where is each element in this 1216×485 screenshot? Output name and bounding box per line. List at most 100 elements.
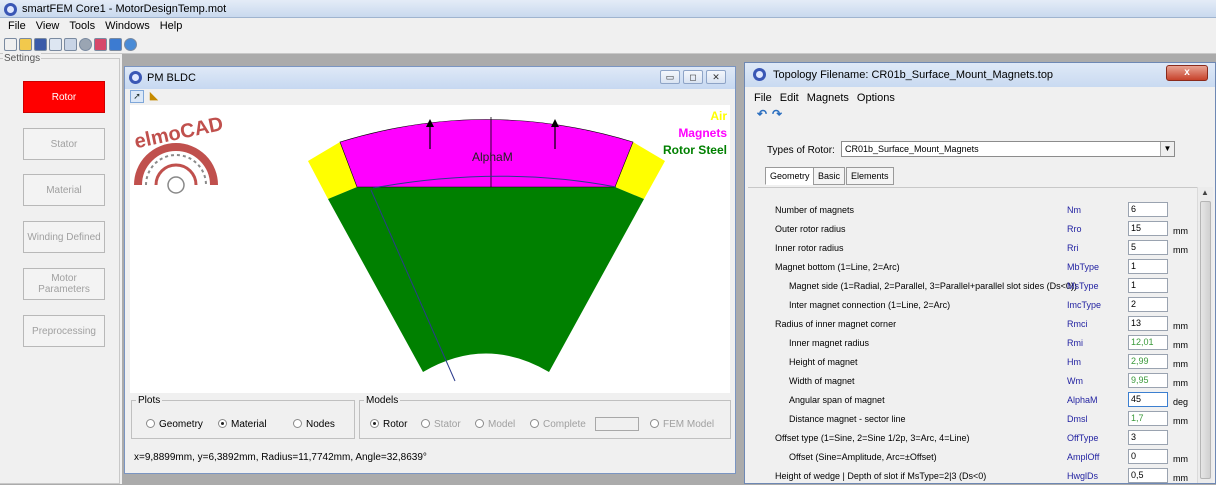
- topology-menu-magnets[interactable]: Magnets: [807, 92, 849, 104]
- maximize-button[interactable]: ◻: [683, 70, 703, 84]
- param-value-field[interactable]: 9,95: [1128, 373, 1168, 388]
- model-radio[interactable]: Model: [475, 419, 515, 430]
- topology-window-icon: [753, 68, 766, 81]
- rotor-button[interactable]: Rotor: [23, 81, 105, 113]
- pm-bldc-window: PM BLDC ▭ ◻ ✕ ➚ ◣ elmoCAD AlphaM Air Mag…: [124, 66, 736, 474]
- param-value-field[interactable]: 15: [1128, 221, 1168, 236]
- param-row: Offset (Sine=Amplitude, Arc=±Offset) Ampl…: [789, 449, 1188, 464]
- param-value-field[interactable]: 3: [1128, 430, 1168, 445]
- scroll-up-icon[interactable]: ▲: [1201, 188, 1209, 197]
- close-topology-button[interactable]: x: [1166, 65, 1208, 81]
- legend-air: Air: [710, 109, 727, 123]
- models-legend: Models: [366, 395, 399, 406]
- param-value-field[interactable]: 2,99: [1128, 354, 1168, 369]
- param-value-field[interactable]: 13: [1128, 316, 1168, 331]
- menu-tools[interactable]: Tools: [64, 18, 100, 32]
- param-value-field[interactable]: 0: [1128, 449, 1168, 464]
- topology-menu-file[interactable]: File: [754, 92, 772, 104]
- radio-icon: [370, 419, 379, 428]
- menu-file[interactable]: File: [3, 18, 31, 32]
- param-row: Height of magnet Hm 2,99 mm: [789, 354, 1188, 369]
- drawing-toolbar: ➚ ◣: [128, 89, 172, 104]
- material-radio[interactable]: Material: [218, 419, 267, 430]
- param-row: Number of magnets Nm 6: [775, 201, 1195, 219]
- radio-icon: [421, 419, 430, 428]
- plots-legend: Plots: [138, 395, 161, 406]
- param-row: Width of magnet Wm 9,95 mm: [789, 373, 1188, 388]
- undo-icon[interactable]: ↶: [757, 107, 767, 121]
- gear-icon[interactable]: [79, 38, 92, 51]
- rotor-drawing: elmoCAD AlphaM Air Magnets Rotor Steel: [132, 109, 727, 382]
- tab-basic[interactable]: Basic: [813, 167, 846, 185]
- tab-elements[interactable]: Elements: [846, 167, 894, 185]
- pointer-icon[interactable]: ➚: [130, 90, 144, 103]
- radio-icon: [146, 419, 155, 428]
- param-value-field[interactable]: 12,01: [1128, 335, 1168, 350]
- open-folder-icon[interactable]: [19, 38, 32, 51]
- rotor-type-select[interactable]: CR01b_Surface_Mount_Magnets ▼: [841, 141, 1175, 157]
- topology-menu-options[interactable]: Options: [857, 92, 895, 104]
- vertical-scrollbar[interactable]: ▲: [1197, 187, 1213, 483]
- motor-parameters-button[interactable]: Motor Parameters: [23, 268, 105, 300]
- stator-radio[interactable]: Stator: [421, 419, 461, 430]
- print-preview-icon[interactable]: [49, 38, 62, 51]
- chevron-down-icon[interactable]: ▼: [1160, 142, 1174, 156]
- ruler-icon[interactable]: ◣: [147, 90, 161, 103]
- param-value-field[interactable]: 1: [1128, 259, 1168, 274]
- geometry-radio[interactable]: Geometry: [146, 419, 203, 430]
- topology-menu-edit[interactable]: Edit: [780, 92, 799, 104]
- rotor-type-value: CR01b_Surface_Mount_Magnets: [845, 144, 979, 154]
- close-child-button[interactable]: ✕: [706, 70, 726, 84]
- scrollbar-thumb[interactable]: [1200, 201, 1211, 479]
- minimize-button[interactable]: ▭: [660, 70, 680, 84]
- param-row: Height of wedge | Depth of slot if MsTyp…: [775, 468, 1188, 483]
- param-row: Inner rotor radius Rri 5 mm: [775, 240, 1188, 255]
- app-title: smartFEM Core1 - MotorDesignTemp.mot: [22, 3, 227, 15]
- tab-geometry[interactable]: Geometry: [765, 167, 815, 185]
- radio-icon: [530, 419, 539, 428]
- models-group: Models: [359, 395, 731, 439]
- settings-legend: Settings: [3, 53, 42, 64]
- param-value-field[interactable]: 1: [1128, 278, 1168, 293]
- menu-help[interactable]: Help: [155, 18, 188, 32]
- new-file-icon[interactable]: [4, 38, 17, 51]
- plots-group: Plots: [131, 395, 355, 439]
- radio-icon: [218, 419, 227, 428]
- menu-view[interactable]: View: [31, 18, 65, 32]
- preprocessing-button[interactable]: Preprocessing: [23, 315, 105, 347]
- pm-bldc-title: PM BLDC: [147, 72, 196, 84]
- param-value-field[interactable]: 45: [1128, 392, 1168, 407]
- param-row: Inner magnet radius Rmi 12,01 mm: [789, 335, 1188, 350]
- drawing-canvas[interactable]: elmoCAD AlphaM Air Magnets Rotor Steel: [130, 105, 730, 393]
- parameter-list: Number of magnets Nm 6 Outer rotor radius R…: [745, 201, 1215, 485]
- nodes-radio[interactable]: Nodes: [293, 419, 335, 430]
- complete-count-field[interactable]: [595, 417, 639, 431]
- legend-magnets: Magnets: [678, 126, 727, 140]
- param-row: Offset type (1=Sine, 2=Sine 1/2p, 3=Arc,…: [775, 429, 1195, 447]
- redo-icon[interactable]: ↷: [772, 107, 782, 121]
- complete-radio[interactable]: Complete: [530, 419, 586, 430]
- param-row: Magnet bottom (1=Line, 2=Arc) MbType 1: [775, 258, 1195, 276]
- param-value-field[interactable]: 1,7: [1128, 411, 1168, 426]
- elmocad-logo: elmoCAD: [132, 113, 225, 194]
- menu-windows[interactable]: Windows: [100, 18, 155, 32]
- fem-model-radio[interactable]: FEM Model: [650, 419, 714, 430]
- stator-button[interactable]: Stator: [23, 128, 105, 160]
- grid-icon[interactable]: [109, 38, 122, 51]
- alpham-label: AlphaM: [472, 150, 513, 164]
- param-value-field[interactable]: 6: [1128, 202, 1168, 217]
- param-row: Outer rotor radius Rro 15 mm: [775, 221, 1188, 236]
- types-of-rotor-label: Types of Rotor:: [767, 145, 835, 156]
- app-logo-icon: [4, 3, 17, 16]
- winding-defined-button[interactable]: Winding Defined: [23, 221, 105, 253]
- globe-icon[interactable]: [124, 38, 137, 51]
- material-button[interactable]: Material: [23, 174, 105, 206]
- param-value-field[interactable]: 2: [1128, 297, 1168, 312]
- save-icon[interactable]: [34, 38, 47, 51]
- table-icon[interactable]: [64, 38, 77, 51]
- chart-icon[interactable]: [94, 38, 107, 51]
- param-value-field[interactable]: 0,5: [1128, 468, 1168, 483]
- rotor-radio[interactable]: Rotor: [370, 419, 407, 430]
- param-value-field[interactable]: 5: [1128, 240, 1168, 255]
- param-row: Magnet side (1=Radial, 2=Parallel, 3=Par…: [775, 277, 1195, 295]
